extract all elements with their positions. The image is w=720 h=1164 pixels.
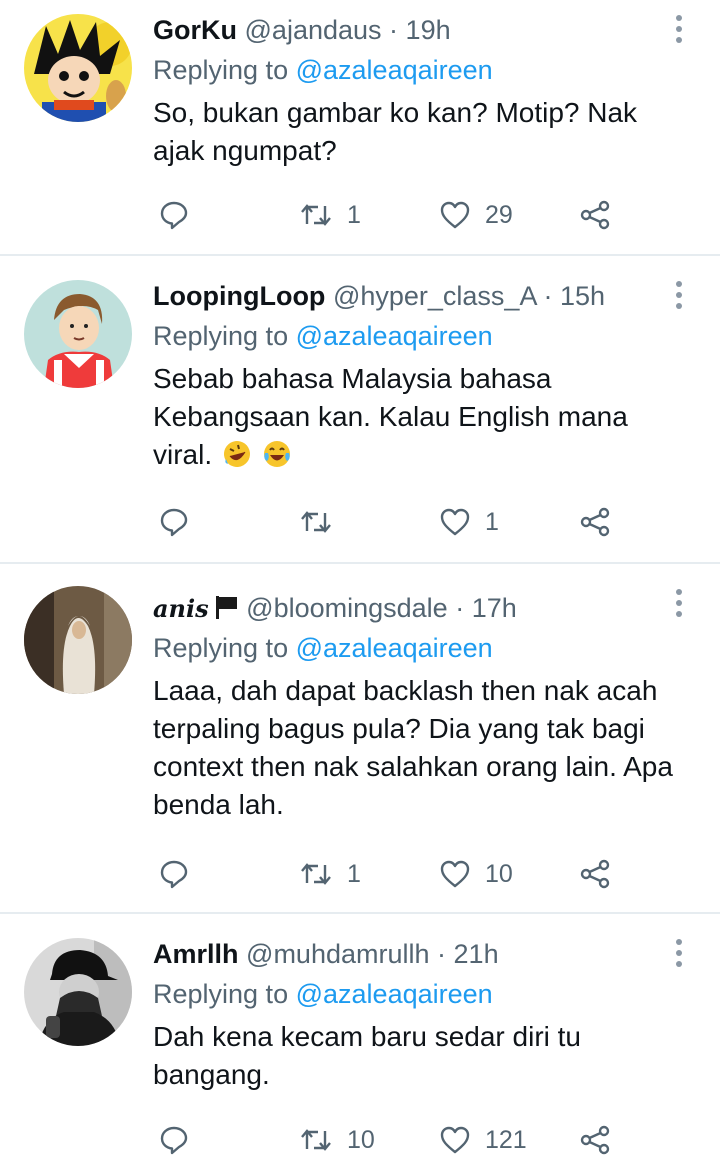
retweet-icon <box>301 1129 331 1151</box>
retweet-button[interactable] <box>299 502 347 542</box>
replying-to-label: Replying to <box>153 979 289 1009</box>
heart-icon <box>440 860 470 888</box>
reply-icon <box>160 1126 188 1155</box>
avatar[interactable] <box>24 14 132 122</box>
share-button[interactable] <box>579 195 611 235</box>
handle[interactable]: @bloomingsdale <box>246 593 448 623</box>
action-bar: 1 29 <box>153 195 720 235</box>
replying-to-label: Replying to <box>153 55 289 85</box>
display-name[interactable]: GorKu <box>153 15 237 45</box>
replying-to-line: Replying to @azaleaqaireen <box>153 50 700 90</box>
retweet-button[interactable]: 1 <box>299 195 361 235</box>
retweet-button[interactable]: 1 <box>299 854 361 894</box>
retweet-icon <box>301 204 331 226</box>
tweet-text: Laaa, dah dapat backlash then nak acah t… <box>153 675 673 820</box>
timestamp[interactable]: 19h <box>406 15 451 45</box>
replies-feed: GorKu @ajandaus · 19h Replying to @azale… <box>0 0 720 1164</box>
football-jersey-avatar-icon <box>24 280 132 388</box>
black-flag-icon <box>215 596 237 619</box>
mention-link[interactable]: @azaleaqaireen <box>296 979 493 1009</box>
replying-to-label: Replying to <box>153 321 289 351</box>
like-button[interactable]: 1 <box>439 502 499 542</box>
tweet-header: anis @bloomingsdale · 17h <box>153 588 700 628</box>
retweet-button[interactable]: 10 <box>299 1120 375 1160</box>
replying-to-line: Replying to @azaleaqaireen <box>153 316 700 356</box>
tears-of-joy-emoji-icon <box>263 441 290 467</box>
retweet-icon <box>301 511 331 533</box>
handle[interactable]: @ajandaus <box>245 15 382 45</box>
display-name[interactable]: anis <box>153 594 209 623</box>
man-with-cap-avatar-icon <box>24 938 132 1046</box>
share-button[interactable] <box>579 854 611 894</box>
reply-icon <box>160 860 188 889</box>
retweet-count: 1 <box>347 859 361 888</box>
heart-icon <box>440 201 470 229</box>
action-bar: 1 10 <box>153 854 720 894</box>
retweet-icon <box>301 863 331 885</box>
tweet-header: Amrllh @muhdamrullh · 21h <box>153 934 700 974</box>
heart-icon <box>440 508 470 536</box>
reply-button[interactable] <box>159 502 189 542</box>
reply-button[interactable] <box>159 1120 189 1160</box>
like-count: 29 <box>485 200 513 229</box>
timestamp[interactable]: 17h <box>472 593 517 623</box>
replying-to-label: Replying to <box>153 633 289 663</box>
mention-link[interactable]: @azaleaqaireen <box>296 321 493 351</box>
separator-dot: · <box>543 281 560 311</box>
reply-tweet[interactable]: LoopingLoop @hyper_class_A · 15h Replyin… <box>0 256 720 564</box>
reply-tweet[interactable]: anis @bloomingsdale · 17h Replying to @a… <box>0 564 720 914</box>
like-count: 121 <box>485 1125 527 1154</box>
tweet-text: So, bukan gambar ko kan? Motip? Nak ajak… <box>153 97 638 166</box>
reply-button[interactable] <box>159 854 189 894</box>
tweet-text: Sebab bahasa Malaysia bahasa Kebangsaan … <box>153 360 683 474</box>
separator-dot: · <box>455 593 472 623</box>
retweet-count: 10 <box>347 1125 375 1154</box>
display-name[interactable]: Amrllh <box>153 939 239 969</box>
like-button[interactable]: 121 <box>439 1120 527 1160</box>
timestamp[interactable]: 21h <box>454 939 499 969</box>
separator-dot: · <box>437 939 454 969</box>
action-bar: 1 <box>153 502 720 542</box>
like-button[interactable]: 10 <box>439 854 513 894</box>
share-button[interactable] <box>579 1120 611 1160</box>
reply-button[interactable] <box>159 195 189 235</box>
like-count: 1 <box>485 507 499 536</box>
handle[interactable]: @muhdamrullh <box>246 939 429 969</box>
display-name[interactable]: LoopingLoop <box>153 281 325 311</box>
like-button[interactable]: 29 <box>439 195 513 235</box>
share-icon <box>580 200 610 230</box>
separator-dot: · <box>389 15 406 45</box>
avatar[interactable] <box>24 280 132 388</box>
mention-link[interactable]: @azaleaqaireen <box>296 633 493 663</box>
share-icon <box>580 859 610 889</box>
replying-to-line: Replying to @azaleaqaireen <box>153 974 700 1014</box>
action-bar: 10 121 <box>153 1120 720 1160</box>
veiled-woman-avatar-icon <box>24 586 132 694</box>
reply-tweet[interactable]: Amrllh @muhdamrullh · 21h Replying to @a… <box>0 914 720 1164</box>
tweet-header: GorKu @ajandaus · 19h <box>153 10 700 50</box>
reply-icon <box>160 508 188 537</box>
share-icon <box>580 1125 610 1155</box>
avatar[interactable] <box>24 938 132 1046</box>
retweet-count: 1 <box>347 200 361 229</box>
handle[interactable]: @hyper_class_A <box>333 281 536 311</box>
share-icon <box>580 507 610 537</box>
mention-link[interactable]: @azaleaqaireen <box>296 55 493 85</box>
cartoon-boy-avatar-icon <box>24 14 132 122</box>
heart-icon <box>440 1126 470 1154</box>
timestamp[interactable]: 15h <box>560 281 605 311</box>
tweet-header: LoopingLoop @hyper_class_A · 15h <box>153 276 700 316</box>
tweet-text: Dah kena kecam baru sedar diri tu bangan… <box>153 1021 581 1090</box>
reply-tweet[interactable]: GorKu @ajandaus · 19h Replying to @azale… <box>0 0 720 256</box>
reply-icon <box>160 201 188 230</box>
avatar[interactable] <box>24 586 132 694</box>
share-button[interactable] <box>579 502 611 542</box>
replying-to-line: Replying to @azaleaqaireen <box>153 628 700 668</box>
rolling-on-floor-laughing-emoji-icon <box>223 441 250 467</box>
like-count: 10 <box>485 859 513 888</box>
